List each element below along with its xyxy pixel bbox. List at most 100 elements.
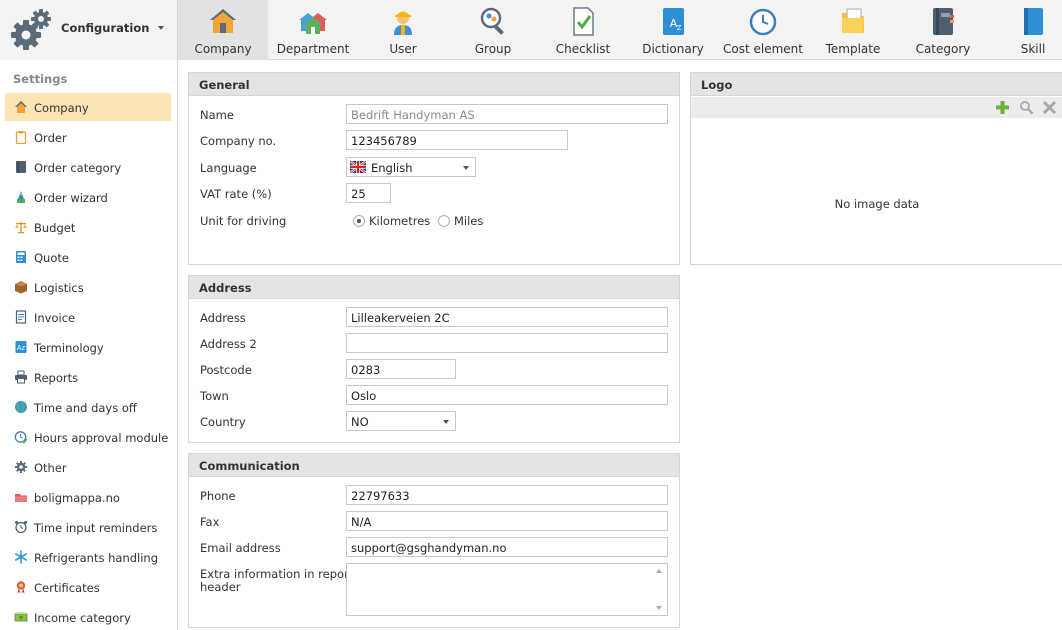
sidebar-item-logistics[interactable]: Logistics bbox=[5, 273, 171, 301]
sidebar-item-order[interactable]: Order bbox=[5, 123, 171, 151]
sidebar-item-refrigerants-handling[interactable]: Refrigerants handling bbox=[5, 543, 171, 571]
boligmappa-icon bbox=[15, 494, 27, 502]
address-field[interactable]: Lilleakerveien 2C bbox=[346, 307, 668, 327]
ribbon-dictionary-label: Dictionary bbox=[642, 42, 704, 56]
search-icon[interactable] bbox=[1019, 100, 1034, 115]
house-icon bbox=[210, 9, 236, 33]
scroll-up-icon[interactable] bbox=[656, 569, 662, 573]
sidebar-item-label: Invoice bbox=[34, 311, 76, 325]
ribbon-checklist-label: Checklist bbox=[555, 42, 611, 56]
company-no-label: Company no. bbox=[200, 134, 277, 148]
address2-field[interactable] bbox=[346, 333, 668, 353]
sidebar-item-quote[interactable]: Quote bbox=[5, 243, 171, 271]
general-panel: General Name Bedrift Handyman AS Company… bbox=[188, 72, 680, 265]
language-label: Language bbox=[200, 161, 257, 175]
sidebar-item-certificates[interactable]: Certificates bbox=[5, 573, 171, 601]
chevron-down-icon bbox=[463, 166, 469, 170]
general-panel-header: General bbox=[189, 73, 679, 96]
printer-icon bbox=[15, 370, 27, 384]
book-icon bbox=[16, 161, 26, 173]
scroll-down-icon[interactable] bbox=[656, 606, 662, 610]
postcode-label: Postcode bbox=[200, 363, 252, 377]
dictionary-icon: A Z bbox=[663, 8, 684, 35]
logo-panel: Logo No image data bbox=[690, 72, 1062, 265]
configuration-menu[interactable]: Configuration bbox=[0, 0, 178, 60]
communication-panel-title: Communication bbox=[199, 459, 300, 473]
ribbon-company-button[interactable]: Company bbox=[178, 0, 268, 60]
address2-label: Address 2 bbox=[200, 337, 257, 351]
sidebar-item-time-input-reminders[interactable]: Time input reminders bbox=[5, 513, 171, 541]
fax-field[interactable]: N/A bbox=[346, 511, 668, 531]
ribbon-user-label: User bbox=[389, 42, 417, 56]
ribbon-group-button[interactable]: Group bbox=[448, 0, 538, 60]
ribbon-template-button[interactable]: Template bbox=[808, 0, 898, 60]
ribbon-cost-element-button[interactable]: Cost element bbox=[718, 0, 808, 60]
delete-icon[interactable] bbox=[1042, 100, 1057, 115]
svg-text:Az: Az bbox=[17, 344, 26, 352]
house-icon bbox=[15, 101, 27, 113]
phone-field[interactable]: 22797633 bbox=[346, 485, 668, 505]
company-no-field[interactable]: 123456789 bbox=[346, 130, 568, 150]
ribbon-dictionary-button[interactable]: A Z Dictionary bbox=[628, 0, 718, 60]
certificate-icon bbox=[16, 581, 26, 594]
skill-book-icon bbox=[1024, 8, 1043, 35]
postcode-field[interactable]: 0283 bbox=[346, 359, 456, 379]
uk-flag-icon bbox=[350, 161, 366, 173]
sidebar-item-label: Order wizard bbox=[34, 191, 108, 205]
calculator-icon bbox=[16, 251, 26, 263]
name-field[interactable]: Bedrift Handyman AS bbox=[346, 104, 668, 124]
logo-panel-title: Logo bbox=[701, 78, 733, 92]
top-bar: Configuration Company Department User Gr… bbox=[0, 0, 1062, 60]
clipboard-icon bbox=[15, 131, 27, 144]
ribbon-toolbar: Company Department User Group Checklist … bbox=[178, 0, 1062, 60]
sidebar-item-other[interactable]: Other bbox=[5, 453, 171, 481]
email-label: Email address bbox=[200, 541, 281, 555]
sidebar-item-order-category[interactable]: Order category bbox=[5, 153, 171, 181]
miles-radio[interactable] bbox=[438, 215, 450, 227]
language-select[interactable]: English bbox=[346, 157, 476, 177]
email-field[interactable]: support@gsghandyman.no bbox=[346, 537, 668, 557]
extra-info-textarea[interactable] bbox=[346, 563, 668, 616]
add-icon[interactable] bbox=[995, 100, 1010, 115]
sidebar-item-label: Quote bbox=[34, 251, 69, 265]
ribbon-category-label: Category bbox=[915, 42, 971, 56]
sidebar-item-label: boligmappa.no bbox=[34, 491, 120, 505]
ribbon-checklist-button[interactable]: Checklist bbox=[538, 0, 628, 60]
sidebar-heading: Settings bbox=[13, 72, 68, 86]
sidebar-item-boligmappa[interactable]: boligmappa.no bbox=[5, 483, 171, 511]
ribbon-department-button[interactable]: Department bbox=[268, 0, 358, 60]
sidebar-item-income-category[interactable]: Income category bbox=[5, 603, 171, 630]
globe-icon bbox=[15, 401, 27, 413]
kilometres-radio[interactable] bbox=[353, 215, 365, 227]
country-select[interactable]: NO bbox=[346, 411, 456, 431]
sidebar-item-reports[interactable]: Reports bbox=[5, 363, 171, 391]
sidebar-item-time-and-days-off[interactable]: Time and days off bbox=[5, 393, 171, 421]
configuration-title: Configuration bbox=[61, 21, 150, 35]
money-icon bbox=[14, 612, 28, 622]
sidebar-item-label: Time and days off bbox=[34, 401, 137, 415]
town-label: Town bbox=[200, 389, 229, 403]
language-value: English bbox=[371, 161, 413, 175]
ribbon-skill-button[interactable]: Skill bbox=[988, 0, 1062, 60]
snowflake-icon bbox=[14, 550, 27, 564]
sidebar-item-label: Logistics bbox=[34, 281, 84, 295]
ribbon-user-button[interactable]: User bbox=[358, 0, 448, 60]
town-field[interactable]: Oslo bbox=[346, 385, 668, 405]
sidebar-item-terminology[interactable]: Az Terminology bbox=[5, 333, 171, 361]
sidebar-item-label: Reports bbox=[34, 371, 79, 385]
sidebar-item-hours-approval-module[interactable]: Hours approval module bbox=[5, 423, 171, 451]
ribbon-category-button[interactable]: Category bbox=[898, 0, 988, 60]
ribbon-cost-element-label: Cost element bbox=[723, 42, 803, 56]
sidebar-item-label: Refrigerants handling bbox=[34, 551, 159, 565]
ribbon-department-label: Department bbox=[276, 42, 350, 56]
sidebar-item-label: Income category bbox=[34, 611, 131, 625]
sidebar-item-order-wizard[interactable]: Order wizard bbox=[5, 183, 171, 211]
sidebar-item-label: Company bbox=[34, 101, 89, 115]
scales-icon bbox=[15, 222, 27, 234]
sidebar-item-budget[interactable]: Budget bbox=[5, 213, 171, 241]
sidebar-item-company[interactable]: Company bbox=[5, 93, 171, 121]
sidebar-item-invoice[interactable]: Invoice bbox=[5, 303, 171, 331]
logo-toolbar bbox=[691, 97, 1062, 118]
vat-rate-field[interactable]: 25 bbox=[346, 183, 391, 203]
ribbon-skill-label: Skill bbox=[1020, 42, 1046, 56]
